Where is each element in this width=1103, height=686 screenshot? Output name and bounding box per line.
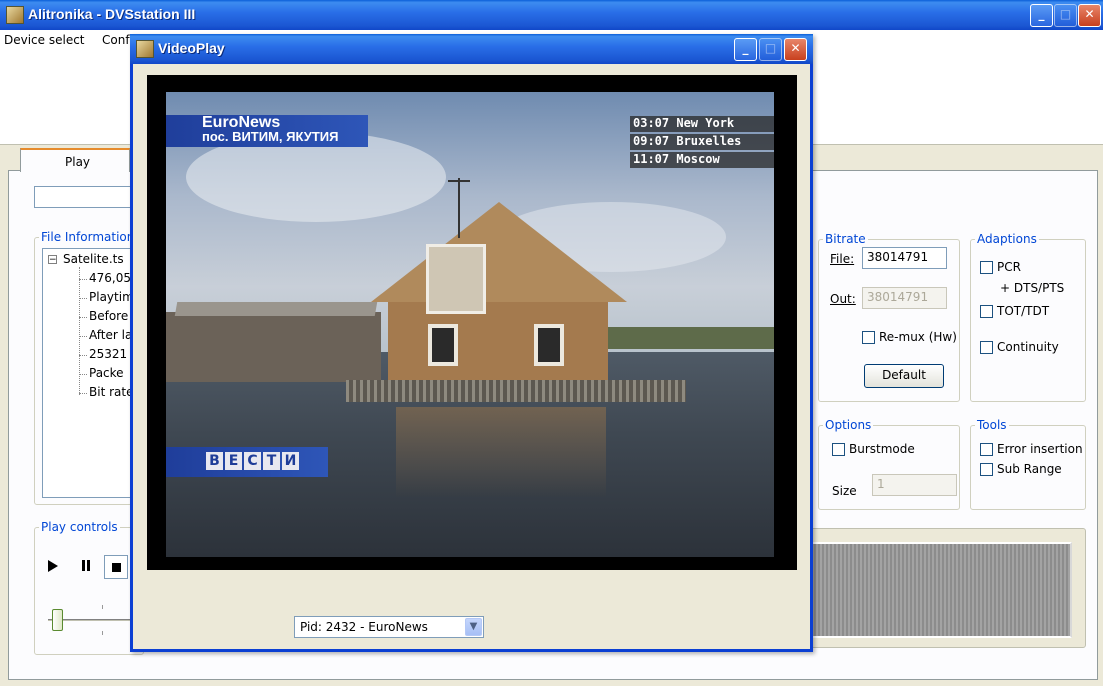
logo-letter: С [244, 452, 261, 470]
tab-play-label: Play [65, 155, 91, 169]
play-icon[interactable] [48, 560, 58, 572]
stop-button[interactable] [104, 555, 128, 579]
maximize-icon: □ [1054, 4, 1077, 27]
tree-item[interactable]: Bit rate [89, 385, 133, 399]
menu-config[interactable]: Conf [102, 33, 130, 47]
remux-checkbox[interactable]: Re-mux (Hw) [862, 330, 957, 344]
remux-check-icon [862, 331, 875, 344]
file-information-label: File Information [41, 230, 135, 244]
stop-icon [112, 563, 121, 572]
file-bitrate-label: File: [830, 252, 855, 266]
remux-label: Re-mux (Hw) [879, 330, 957, 344]
burstmode-checkbox[interactable]: Burstmode [832, 442, 915, 456]
video-minimize-icon[interactable]: _ [734, 38, 757, 61]
tree-root[interactable]: Satelite.ts [63, 252, 124, 266]
video-title-bar[interactable]: VideoPlay _ □ ✕ [130, 34, 813, 64]
main-title-bar[interactable]: Alitronika - DVSstation III _ □ ✕ [0, 0, 1103, 30]
video-window-title: VideoPlay [158, 40, 225, 56]
video-picture[interactable]: EuroNews пос. ВИТИМ, ЯКУТИЯ 03:07 New Yo… [166, 92, 774, 557]
continuity-checkbox[interactable]: Continuity [980, 340, 1059, 354]
error-insertion-checkbox[interactable]: Error insertion [980, 442, 1083, 456]
out-bitrate-input: 38014791 [862, 287, 947, 309]
tot-tdt-check-icon [980, 305, 993, 318]
minimize-icon[interactable]: _ [1030, 4, 1053, 27]
play-controls-label: Play controls [41, 520, 118, 534]
logo-letter: Е [225, 452, 242, 470]
tree-expand-icon[interactable]: − [48, 255, 57, 265]
file-bitrate-input[interactable]: 38014791 [862, 247, 947, 269]
pcr-checkbox[interactable]: PCR [980, 260, 1021, 274]
size-input: 1 [872, 474, 957, 496]
sub-range-check-icon [980, 463, 993, 476]
bitrate-label: Bitrate [825, 232, 866, 246]
tree-item[interactable]: Packe [89, 366, 124, 380]
slider-thumb[interactable] [52, 609, 63, 631]
tree-item[interactable]: Before [89, 309, 128, 323]
tools-label: Tools [977, 418, 1007, 432]
chevron-down-icon[interactable]: ▼ [465, 618, 482, 636]
progress-bar [34, 186, 134, 208]
burstmode-check-icon [832, 443, 845, 456]
pid-select[interactable]: Pid: 2432 - EuroNews ▼ [294, 616, 484, 638]
time-1: 03:07 New York [630, 116, 774, 132]
options-label: Options [825, 418, 872, 432]
out-bitrate-label: Out: [830, 292, 856, 306]
burstmode-label: Burstmode [849, 442, 915, 456]
pause-icon[interactable] [82, 560, 85, 571]
app-icon [6, 6, 24, 24]
close-icon[interactable]: ✕ [1078, 4, 1101, 27]
file-tree[interactable]: − Satelite.ts 476,05 Playtim Before Afte… [42, 248, 142, 498]
tab-play[interactable]: Play [20, 148, 130, 172]
continuity-label: Continuity [997, 340, 1059, 354]
adaptions-label: Adaptions [977, 232, 1037, 246]
error-insertion-label: Error insertion [997, 442, 1083, 456]
tree-item[interactable]: 25321 [89, 347, 127, 361]
location-caption: пос. ВИТИМ, ЯКУТИЯ [202, 129, 339, 144]
tot-tdt-label: TOT/TDT [997, 304, 1050, 318]
logo-letter: И [282, 452, 299, 470]
time-3: 11:07 Moscow [630, 152, 774, 168]
pcr-label: PCR [997, 260, 1021, 274]
video-app-icon [136, 40, 154, 58]
default-button[interactable]: Default [864, 364, 944, 388]
menu-device-select[interactable]: Device select [4, 33, 85, 47]
continuity-check-icon [980, 341, 993, 354]
logo-letter: Т [263, 452, 280, 470]
logo-letter: В [206, 452, 223, 470]
sub-range-label: Sub Range [997, 462, 1062, 476]
size-label: Size [832, 484, 857, 498]
tree-item[interactable]: After la [89, 328, 132, 342]
pid-select-value: Pid: 2432 - EuroNews [300, 620, 428, 634]
main-window-title: Alitronika - DVSstation III [28, 6, 196, 22]
video-close-icon[interactable]: ✕ [784, 38, 807, 61]
position-slider[interactable] [48, 605, 133, 635]
bitrate-graph [808, 542, 1072, 638]
tot-tdt-checkbox[interactable]: TOT/TDT [980, 304, 1049, 318]
video-maximize-icon: □ [759, 38, 782, 61]
dts-pts-label: + DTS/PTS [1000, 281, 1065, 295]
vesti-logo: ВЕСТИ [206, 452, 299, 470]
sub-range-checkbox[interactable]: Sub Range [980, 462, 1062, 476]
time-2: 09:07 Bruxelles [630, 134, 774, 150]
pcr-check-icon [980, 261, 993, 274]
tree-item[interactable]: 476,05 [89, 271, 131, 285]
tree-item[interactable]: Playtim [89, 290, 134, 304]
error-insertion-check-icon [980, 443, 993, 456]
